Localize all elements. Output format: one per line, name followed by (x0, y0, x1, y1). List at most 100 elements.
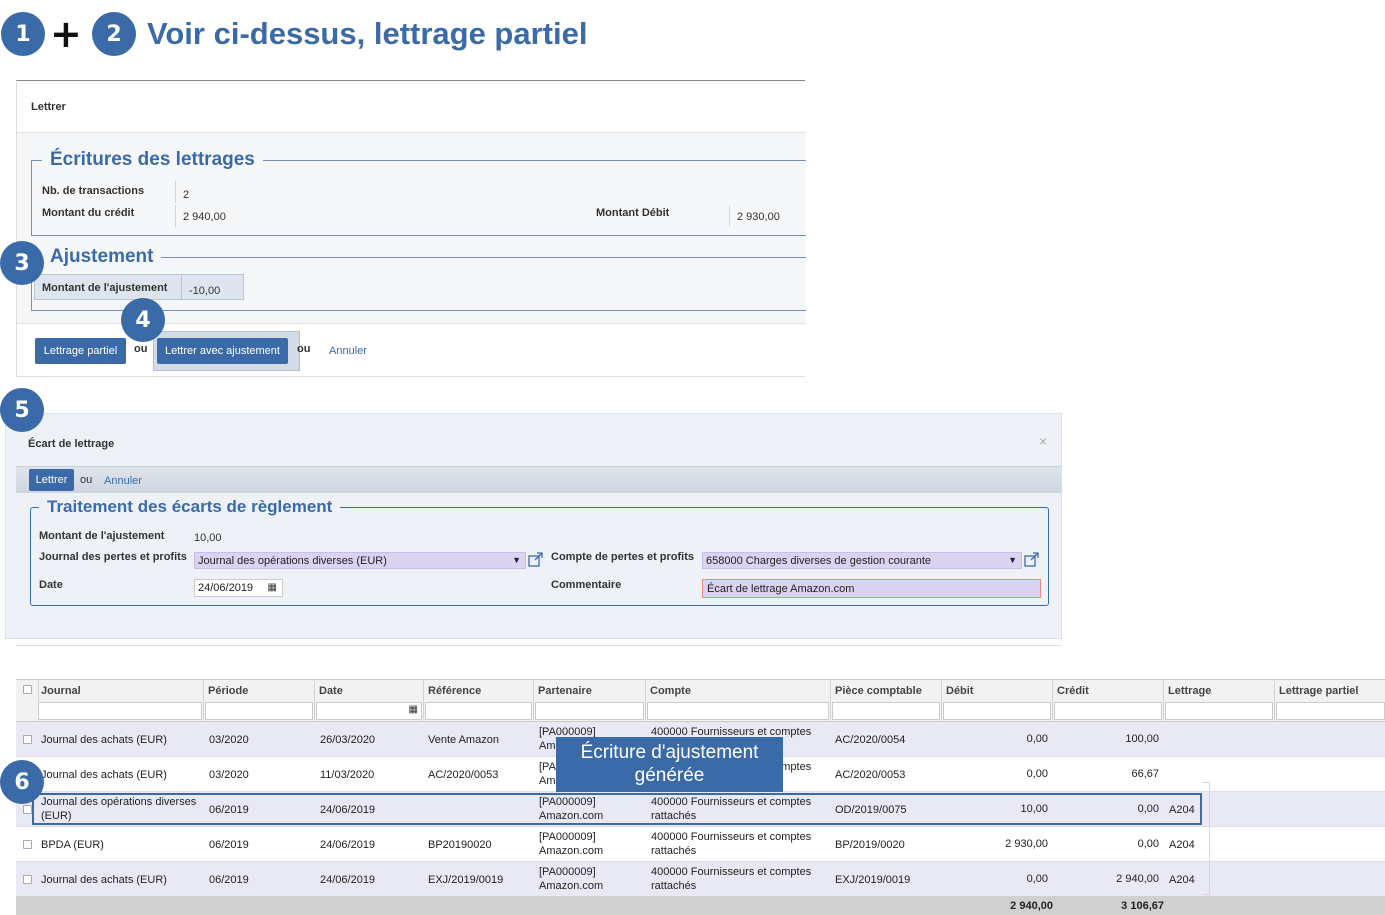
row-checkbox[interactable] (23, 735, 32, 744)
chevron-down-icon: ▼ (512, 555, 521, 565)
table-row[interactable]: Journal des achats (EUR) 06/2019 24/06/2… (16, 862, 1385, 897)
col-reference[interactable]: Référence (428, 685, 481, 697)
filter-compte[interactable] (647, 702, 829, 720)
close-icon[interactable]: × (1039, 433, 1047, 449)
ecart-lettrage-dialog: Écart de lettrage × Lettrer ou Annuler T… (5, 413, 1062, 639)
account-label: Compte de pertes et profits (551, 551, 695, 563)
step-badge-1: 1 (1, 12, 45, 56)
ajustement-label: Montant de l'ajustement (42, 282, 168, 294)
lettrage-partiel-button[interactable]: Lettrage partiel (35, 338, 126, 364)
external-link-icon[interactable] (528, 552, 543, 570)
ou-separator-2: ou (297, 343, 311, 355)
cell-date: 24/06/2019 (320, 874, 376, 886)
filter-periode[interactable] (205, 702, 313, 720)
calendar-icon[interactable]: ▦ (409, 704, 418, 715)
filter-partenaire[interactable] (535, 702, 644, 720)
cell-periode: 03/2020 (209, 734, 249, 746)
col-date[interactable]: Date (319, 685, 343, 697)
cell-lettrage: A204 (1169, 874, 1195, 886)
filter-debit[interactable] (943, 702, 1051, 720)
montant-debit-value: 2 930,00 (737, 211, 780, 223)
cell-journal: Journal des achats (EUR) (41, 874, 167, 886)
col-compte[interactable]: Compte (650, 685, 691, 697)
cell-periode: 06/2019 (209, 874, 249, 886)
adjustment-row-highlight (32, 793, 1202, 825)
journal-select[interactable]: Journal des opérations diverses (EUR) ▼ (194, 552, 526, 569)
col-lettrage-partiel[interactable]: Lettrage partiel (1279, 685, 1358, 697)
filter-piece[interactable] (832, 702, 940, 720)
cell-piece: EXJ/2019/0019 (835, 874, 911, 886)
ecart-title: Écart de lettrage (28, 438, 115, 450)
col-journal[interactable]: Journal (41, 685, 81, 697)
lettrer-title: Lettrer (31, 101, 66, 113)
select-all-checkbox[interactable] (23, 685, 32, 694)
traitement-legend: Traitement des écarts de règlement (39, 497, 341, 517)
cell-periode: 03/2020 (209, 769, 249, 781)
cell-credit: 0,00 (1137, 838, 1159, 850)
cell-journal: BPDA (EUR) (41, 839, 104, 851)
col-periode[interactable]: Période (208, 685, 248, 697)
external-link-icon[interactable] (1024, 552, 1039, 570)
col-partenaire[interactable]: Partenaire (538, 685, 592, 697)
filter-credit[interactable] (1054, 702, 1162, 720)
filter-journal[interactable] (38, 702, 202, 720)
lettrer-avec-ajustement-button[interactable]: Lettrer avec ajustement (157, 338, 288, 364)
col-piece[interactable]: Pièce comptable (835, 685, 922, 697)
lettrer-body: Écritures des lettrages Nb. de transacti… (17, 132, 806, 324)
nb-transactions-label: Nb. de transactions (42, 185, 145, 197)
row-checkbox[interactable] (23, 805, 32, 814)
cell-credit: 66,67 (1131, 768, 1159, 780)
cell-compte: 400000 Fournisseurs et comptesrattachés (651, 831, 812, 857)
cell-debit: 2 930,00 (1005, 838, 1048, 850)
ou-separator-3: ou (80, 474, 93, 486)
filter-date[interactable]: ▦ (316, 702, 422, 720)
step-badge-3: 3 (0, 241, 44, 285)
annuler-link-dialog[interactable]: Annuler (104, 475, 142, 487)
journal-label: Journal des pertes et profits (39, 551, 187, 563)
montant-debit-label: Montant Débit (596, 207, 670, 219)
chevron-down-icon: ▼ (1008, 555, 1017, 565)
calendar-icon[interactable]: ▦ (268, 582, 277, 593)
step-badge-4: 4 (121, 298, 165, 342)
row-checkbox[interactable] (23, 840, 32, 849)
filter-lettrage-partiel[interactable] (1276, 702, 1385, 720)
comment-label: Commentaire (551, 579, 622, 591)
filter-reference[interactable] (425, 702, 532, 720)
ajustement-field: Montant de l'ajustement -10,00 (34, 274, 244, 300)
date-input-value: 24/06/2019 (198, 582, 254, 594)
divider (16, 645, 1061, 646)
cell-piece: AC/2020/0054 (835, 734, 906, 746)
cell-date: 26/03/2020 (320, 734, 376, 746)
adj-amount-label: Montant de l'ajustement (39, 530, 165, 542)
cell-piece: BP/2019/0020 (835, 839, 905, 851)
cell-credit: 2 940,00 (1116, 873, 1159, 885)
annuler-link[interactable]: Annuler (329, 345, 367, 357)
comment-input[interactable]: Écart de lettrage Amazon.com (702, 579, 1041, 598)
col-credit[interactable]: Crédit (1057, 685, 1089, 697)
date-label: Date (39, 579, 63, 591)
row-checkbox[interactable] (23, 875, 32, 884)
traitement-fieldset: Traitement des écarts de règlement Monta… (30, 497, 1049, 606)
col-debit[interactable]: Débit (946, 685, 974, 697)
journal-select-value: Journal des opérations diverses (EUR) (198, 554, 387, 567)
ajustement-value: -10,00 (189, 285, 221, 297)
cell-partner: [PA000009]Amazon.com (539, 831, 604, 857)
cell-piece: AC/2020/0053 (835, 769, 906, 781)
cell-debit: 0,00 (1026, 733, 1048, 745)
filter-lettrage[interactable] (1165, 702, 1273, 720)
table-row[interactable]: BPDA (EUR) 06/2019 24/06/2019 BP20190020… (16, 827, 1385, 862)
cell-credit: 100,00 (1125, 733, 1159, 745)
cell-lettrage: A204 (1169, 839, 1195, 851)
step-badge-2: 2 (92, 12, 136, 56)
cell-debit: 0,00 (1026, 873, 1048, 885)
ecart-toolbar: Lettrer ou Annuler (16, 466, 1061, 493)
col-lettrage[interactable]: Lettrage (1168, 685, 1211, 697)
date-input[interactable]: 24/06/2019 ▦ (194, 579, 283, 597)
account-select-value: 658000 Charges diverses de gestion coura… (706, 554, 932, 567)
nb-transactions-value: 2 (183, 189, 190, 201)
lettrer-button[interactable]: Lettrer (29, 469, 74, 491)
cell-reference: AC/2020/0053 (428, 769, 499, 781)
account-select[interactable]: 658000 Charges diverses de gestion coura… (702, 552, 1022, 569)
lettrage-group-box (1202, 782, 1210, 895)
cell-journal: Journal des achats (EUR) (41, 734, 167, 746)
